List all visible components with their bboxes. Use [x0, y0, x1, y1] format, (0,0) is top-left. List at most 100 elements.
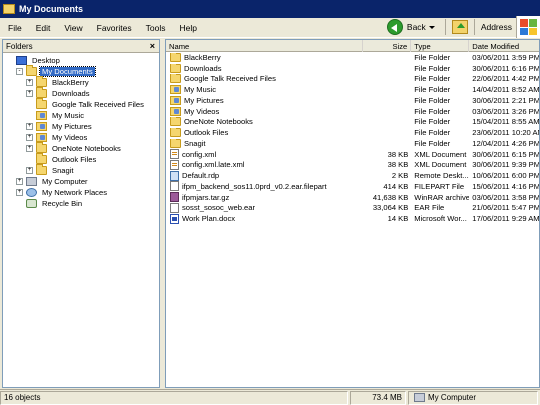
file-name-cell[interactable]: Downloads [166, 63, 363, 73]
tree-item-downloads[interactable]: + Downloads [3, 87, 159, 99]
tree-item-label: My Computer [42, 177, 88, 186]
computer-icon [414, 393, 425, 402]
tree-item-my-documents[interactable]: - My Documents [3, 65, 159, 77]
file-name-cell[interactable]: ifpm_backend_sos11.0prd_v0.2.ear.filepar… [166, 181, 363, 192]
file-name-cell[interactable]: Outlook Files [166, 128, 363, 138]
file-date-cell: 22/06/2011 4:42 PM [472, 74, 539, 84]
tree-item-my-network-places[interactable]: + My Network Places [3, 187, 159, 198]
folder-up-icon[interactable] [451, 20, 468, 34]
file-name-cell[interactable]: Snagit [166, 138, 363, 148]
file-row[interactable]: My Music File Folder 14/04/2011 8:52 AM [166, 84, 539, 95]
file-type-cell: XML Document [414, 160, 467, 170]
windows-logo-icon [516, 16, 540, 38]
file-icon [170, 181, 179, 192]
file-name: Google Talk Received Files [184, 74, 276, 84]
folder-tree: Desktop - My Documents + BlackBerry + Download… [3, 53, 159, 209]
column-header-type[interactable]: Type [411, 40, 470, 52]
folders-pane-header: Folders × [3, 40, 159, 53]
file-row[interactable]: Default.rdp 2 KB Remote Deskt... 10/06/2011… [166, 170, 539, 181]
file-row[interactable]: Snagit File Folder 12/04/2011 4:26 PM [166, 138, 539, 149]
status-bar: 16 objects 73.4 MB My Computer [0, 389, 540, 405]
tree-item-onenote-notebooks[interactable]: + OneNote Notebooks [3, 142, 159, 154]
address-label[interactable]: Address [481, 22, 512, 32]
file-name-cell[interactable]: config.xml [166, 149, 363, 160]
file-name-cell[interactable]: config.xml.late.xml [166, 159, 363, 170]
expand-icon[interactable]: + [16, 189, 23, 196]
column-header-size[interactable]: Size [363, 40, 412, 52]
file-name: My Pictures [184, 95, 224, 105]
menu-view[interactable]: View [57, 23, 89, 33]
column-header-date-modified[interactable]: Date Modified [469, 40, 539, 52]
tree-item-google-talk-received-files[interactable]: Google Talk Received Files [3, 98, 159, 110]
tree-item-my-videos[interactable]: + My Videos [3, 132, 159, 143]
file-date-cell: 30/06/2011 9:39 PM [472, 160, 539, 170]
file-type-cell: File Folder [414, 95, 451, 105]
computer-icon [26, 177, 37, 186]
file-row[interactable]: My Videos File Folder 03/06/2011 3:26 PM [166, 106, 539, 117]
file-row[interactable]: Outlook Files File Folder 23/06/2011 10:20… [166, 127, 539, 138]
file-row[interactable]: Google Talk Received Files File Folder 22/… [166, 74, 539, 85]
expand-icon[interactable]: + [26, 123, 33, 130]
file-name-cell[interactable]: BlackBerry [166, 52, 363, 62]
tree-item-my-pictures[interactable]: + My Pictures [3, 121, 159, 132]
file-name-cell[interactable]: My Videos [166, 106, 363, 116]
folders-pane: Folders × Desktop - My Documents + BlackBerr… [2, 39, 160, 388]
back-button[interactable]: Back [383, 18, 439, 36]
folder-icon [36, 153, 47, 164]
file-row[interactable]: ifpm_backend_sos11.0prd_v0.2.ear.filepar… [166, 181, 539, 192]
expand-icon[interactable]: + [26, 145, 33, 152]
menu-favorites[interactable]: Favorites [90, 23, 139, 33]
file-row[interactable]: OneNote Notebooks File Folder 15/04/2011 8… [166, 117, 539, 128]
tree-item-label: Downloads [52, 89, 90, 98]
collapse-icon[interactable]: - [16, 68, 23, 75]
file-name-cell[interactable]: sosst_sosoc_web.ear [166, 202, 363, 213]
file-name-cell[interactable]: Default.rdp [166, 170, 363, 181]
videos-folder-icon [170, 106, 181, 116]
file-name-cell[interactable]: My Music [166, 85, 363, 95]
tree-item-my-music[interactable]: My Music [3, 110, 159, 121]
file-row[interactable]: My Pictures File Folder 30/06/2011 2:21 PM [166, 95, 539, 106]
close-icon[interactable]: × [150, 41, 155, 51]
tree-item-my-computer[interactable]: + My Computer [3, 176, 159, 187]
file-icon [170, 202, 179, 213]
tree-item-recycle-bin[interactable]: Recycle Bin [3, 198, 159, 209]
expand-icon[interactable]: + [26, 167, 33, 174]
file-row[interactable]: Work Plan.docx 14 KB Microsoft Wor... 17/06… [166, 213, 539, 224]
menu-tools[interactable]: Tools [139, 23, 173, 33]
tree-item-snagit[interactable]: + Snagit [3, 164, 159, 176]
menu-help[interactable]: Help [172, 23, 203, 33]
file-row[interactable]: Downloads File Folder 30/06/2011 6:16 PM [166, 63, 539, 74]
tree-item-outlook-files[interactable]: Outlook Files [3, 153, 159, 165]
tree-item-blackberry[interactable]: + BlackBerry [3, 76, 159, 88]
file-name-cell[interactable]: OneNote Notebooks [166, 117, 363, 127]
expand-icon[interactable]: + [26, 90, 33, 97]
file-size-cell: 41,638 KB [372, 192, 409, 202]
videos-folder-icon [36, 133, 47, 142]
file-name-cell[interactable]: Work Plan.docx [166, 213, 363, 224]
file-row[interactable]: ifpmjars.tar.gz 41,638 KB WinRAR archive 03… [166, 192, 539, 203]
expand-icon[interactable]: + [26, 134, 33, 141]
window-title: My Documents [19, 4, 84, 14]
menu-edit[interactable]: Edit [29, 23, 58, 33]
file-name-cell[interactable]: ifpmjars.tar.gz [166, 192, 363, 203]
back-label: Back [406, 22, 426, 32]
menu-file[interactable]: File [0, 23, 29, 33]
file-name-cell[interactable]: Google Talk Received Files [166, 74, 363, 84]
file-name: config.xml [182, 149, 217, 159]
file-row[interactable]: config.xml.late.xml 38 KB XML Document 30/0… [166, 159, 539, 171]
file-row[interactable]: BlackBerry File Folder 03/06/2011 3:59 PM [166, 52, 539, 63]
file-size-cell: 33,064 KB [372, 203, 409, 213]
pictures-folder-icon [36, 122, 47, 131]
file-type-cell: File Folder [414, 106, 451, 116]
column-header-row: Name Size Type Date Modified [166, 40, 539, 52]
column-header-name[interactable]: Name [166, 40, 364, 52]
expand-icon[interactable]: + [26, 79, 33, 86]
file-date-cell: 14/04/2011 8:52 AM [472, 85, 539, 95]
chevron-down-icon[interactable] [428, 25, 435, 29]
file-date-cell: 03/06/2011 3:26 PM [472, 106, 539, 116]
expand-icon[interactable]: + [16, 178, 23, 185]
file-row[interactable]: config.xml 38 KB XML Document 30/06/2011 6:… [166, 149, 539, 160]
file-type-cell: File Folder [414, 117, 451, 127]
file-row[interactable]: sosst_sosoc_web.ear 33,064 KB EAR File 21/0… [166, 202, 539, 214]
file-name-cell[interactable]: My Pictures [166, 95, 363, 105]
